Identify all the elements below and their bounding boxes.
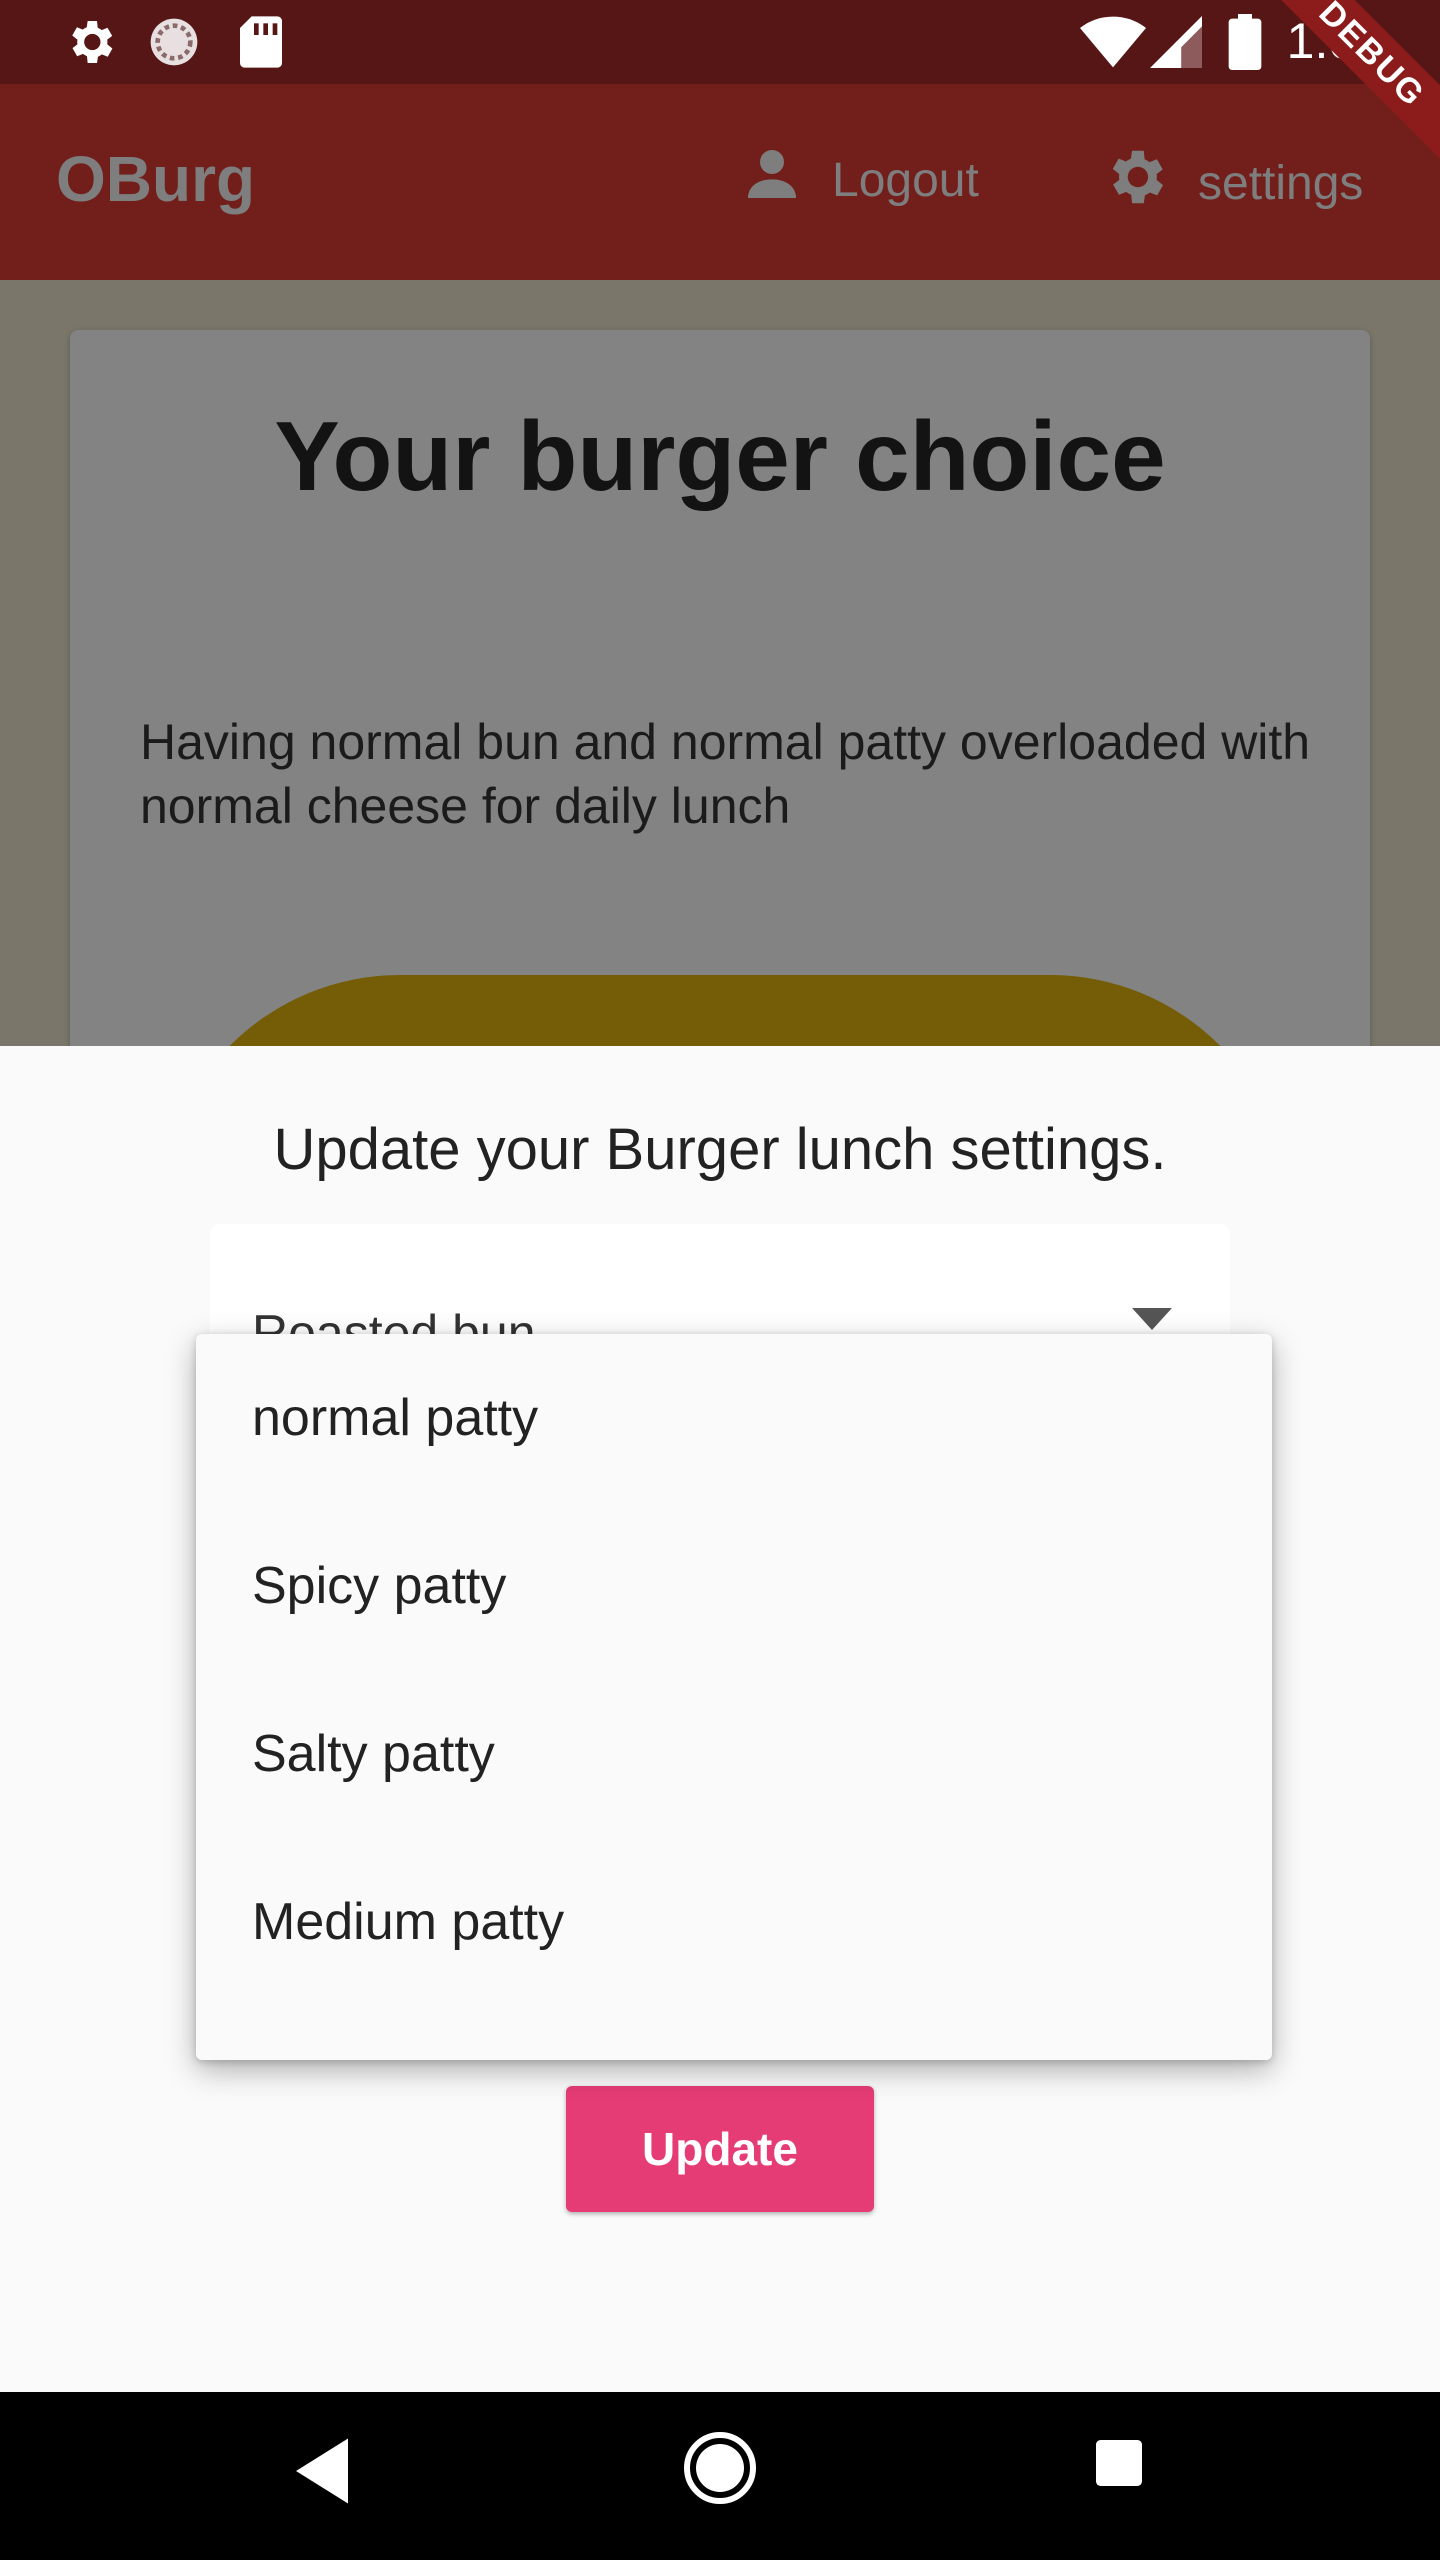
card-title: Your burger choice: [274, 401, 1166, 511]
menu-item-spicy-patty[interactable]: Spicy patty: [252, 1502, 1212, 1670]
status-bar: 1:00: [0, 0, 1440, 84]
update-button[interactable]: Update: [566, 2086, 874, 2212]
sheet-title: Update your Burger lunch settings.: [273, 1117, 1167, 1182]
settings-button[interactable]: settings: [1100, 142, 1363, 224]
patty-dropdown-menu: normal patty Spicy patty Salty patty Med…: [196, 1334, 1272, 2060]
dropdown-arrow-icon: [1132, 1308, 1172, 1334]
person-icon: [740, 142, 804, 218]
settings-icon: [62, 14, 118, 74]
menu-item-medium-patty[interactable]: Medium patty: [252, 1838, 1212, 2006]
menu-item-normal-patty[interactable]: normal patty: [252, 1334, 1212, 1502]
wifi-icon: [1080, 16, 1146, 72]
menu-item-salty-patty[interactable]: Salty patty: [252, 1670, 1212, 1838]
page-content: Your burger choice Having normal bun and…: [0, 280, 1440, 1046]
sd-card-icon: [236, 14, 286, 74]
burger-choice-card: Your burger choice Having normal bun and…: [70, 330, 1370, 1046]
settings-label: settings: [1198, 156, 1364, 210]
navigation-bar: [0, 2392, 1440, 2560]
battery-icon: [1228, 14, 1262, 74]
recents-icon[interactable]: [1096, 2440, 1142, 2490]
app-title: OBurg: [56, 143, 256, 215]
home-icon[interactable]: [684, 2432, 756, 2508]
burger-image: [160, 975, 1290, 1046]
loading-icon: [146, 14, 202, 74]
signal-icon: [1150, 16, 1202, 72]
gear-icon: [1100, 142, 1170, 224]
logout-label: Logout: [832, 153, 979, 207]
logout-button[interactable]: Logout: [740, 142, 979, 218]
back-icon[interactable]: [296, 2436, 348, 2510]
app-bar: OBurg Logout settings: [0, 84, 1440, 280]
card-description: Having normal bun and normal patty overl…: [140, 714, 1311, 834]
